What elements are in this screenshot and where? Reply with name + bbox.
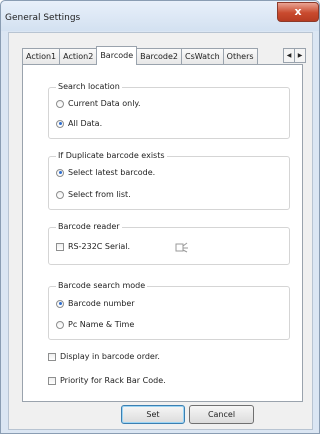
display-in-barcode-order-checkbox[interactable]: Display in barcode order.	[48, 352, 160, 361]
window-title: General Settings	[5, 13, 81, 23]
checkbox[interactable]	[48, 376, 56, 385]
cancel-button[interactable]: Cancel	[189, 405, 254, 424]
radio-barcode-number[interactable]: Barcode number	[56, 299, 135, 308]
tab-action2[interactable]: Action2	[59, 48, 98, 65]
radio-button[interactable]	[56, 119, 64, 128]
radio-button[interactable]	[56, 168, 64, 177]
radio-label: All Data.	[68, 119, 103, 128]
radio-pc-name-time[interactable]: Pc Name & Time	[56, 320, 134, 329]
radio-label: Select from list.	[68, 190, 131, 199]
radio-select-from-list[interactable]: Select from list.	[56, 190, 131, 199]
radio-label: Barcode number	[68, 299, 135, 308]
tab-others[interactable]: Others	[222, 48, 258, 65]
tab-scroll-right-icon[interactable]: ▶	[294, 48, 306, 63]
barcode-reader-legend: Barcode reader	[56, 222, 122, 231]
tab-barcode[interactable]: Barcode	[96, 46, 138, 65]
radio-label: Pc Name & Time	[68, 320, 135, 329]
checkbox[interactable]	[56, 242, 64, 251]
tab-barcode2[interactable]: Barcode2	[136, 48, 182, 65]
search-location-legend: Search location	[56, 82, 122, 91]
radio-button[interactable]	[56, 320, 64, 329]
rs232c-serial-checkbox[interactable]: RS-232C Serial.	[56, 242, 130, 251]
barcode-search-mode-group: Barcode search mode	[48, 281, 290, 340]
priority-rack-bar-code-checkbox[interactable]: Priority for Rack Bar Code.	[48, 376, 166, 385]
checkbox-label: Priority for Rack Bar Code.	[60, 376, 166, 385]
tab-scroll-buttons: ◀ ▶	[283, 48, 306, 63]
title-bar[interactable]: General Settings x	[1, 1, 319, 31]
tab-action1[interactable]: Action1	[22, 48, 61, 65]
checkbox-label: Display in barcode order.	[60, 352, 160, 361]
radio-all-data[interactable]: All Data.	[56, 119, 102, 128]
radio-button[interactable]	[56, 299, 64, 308]
radio-label: Current Data only.	[68, 99, 141, 108]
tab-strip: Action1 Action2 Barcode Barcode2 CsWatch…	[22, 46, 258, 65]
radio-select-latest-barcode[interactable]: Select latest barcode.	[56, 168, 155, 177]
duplicate-barcode-group: If Duplicate barcode exists	[48, 151, 290, 210]
search-location-group: Search location	[48, 82, 290, 139]
barcode-search-mode-legend: Barcode search mode	[56, 281, 148, 290]
radio-current-data-only[interactable]: Current Data only.	[56, 99, 141, 108]
tab-cswatch[interactable]: CsWatch	[181, 48, 224, 65]
radio-label: Select latest barcode.	[68, 168, 156, 177]
barcode-reader-icon	[175, 242, 188, 253]
radio-button[interactable]	[56, 99, 64, 108]
duplicate-barcode-legend: If Duplicate barcode exists	[56, 151, 167, 160]
radio-button[interactable]	[56, 190, 64, 199]
close-button[interactable]: x	[277, 2, 319, 22]
checkbox[interactable]	[48, 352, 56, 361]
checkbox-label: RS-232C Serial.	[68, 242, 131, 251]
set-button[interactable]: Set	[121, 405, 185, 424]
